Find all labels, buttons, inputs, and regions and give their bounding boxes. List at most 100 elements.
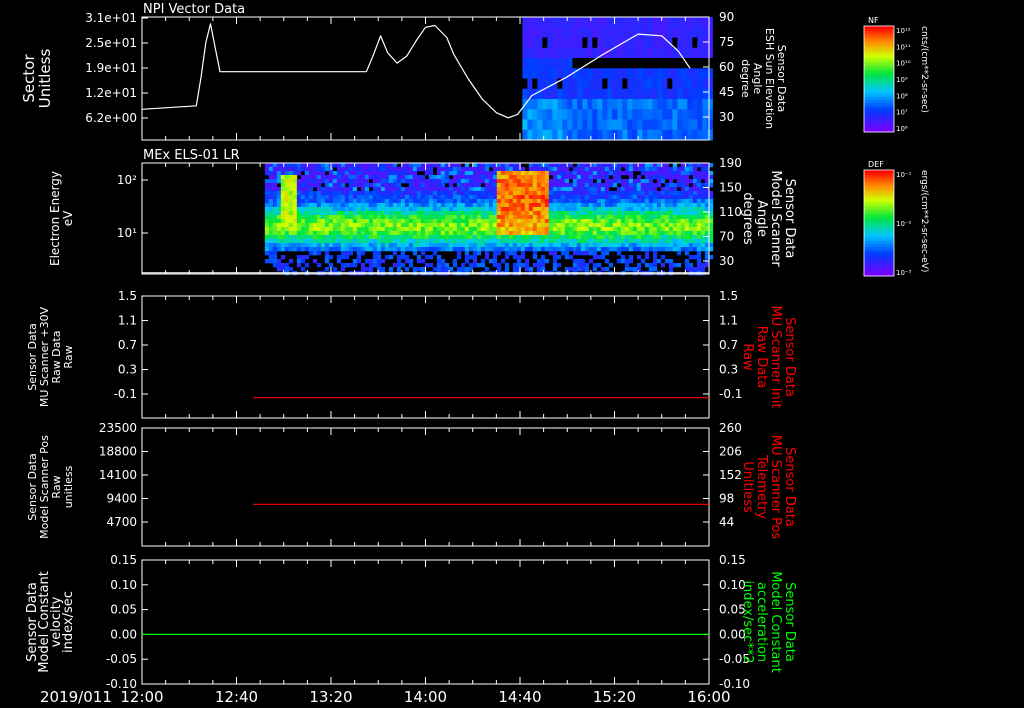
spectrogram-cell <box>420 251 426 256</box>
spectrogram-cell <box>400 239 406 244</box>
spectrogram-cell <box>564 243 570 248</box>
spectrogram-cell <box>537 129 543 141</box>
spectrogram-cell <box>408 195 414 200</box>
spectrogram-cell <box>408 247 414 252</box>
spectrogram-cell <box>336 259 342 264</box>
spectrogram-cell <box>672 231 678 236</box>
spectrogram-cell <box>532 195 538 200</box>
spectrogram-cell <box>642 99 648 110</box>
spectrogram-cell <box>540 207 546 212</box>
spectrogram-cell <box>522 78 528 90</box>
spectrogram-cell <box>557 47 563 59</box>
spectrogram-cell <box>500 171 506 176</box>
spectrogram-cell <box>476 199 482 204</box>
spectrogram-cell <box>376 179 382 184</box>
spectrogram-cell <box>667 99 673 110</box>
spectrogram-cell <box>484 179 490 184</box>
spectrogram-cell <box>468 243 474 248</box>
spectrogram-cell <box>564 199 570 204</box>
spectrogram-cell <box>604 167 610 172</box>
spectrogram-cell <box>308 179 314 184</box>
spectrogram-cell <box>480 207 486 212</box>
spectrogram-cell <box>480 191 486 196</box>
spectrogram-cell <box>700 191 706 196</box>
spectrogram-cell <box>384 231 390 236</box>
spectrogram-cell <box>528 247 534 252</box>
spectrogram-cell <box>667 109 673 120</box>
spectrogram-cell <box>468 179 474 184</box>
spectrogram-cell <box>628 239 634 244</box>
spectrogram-cell <box>532 191 538 196</box>
spectrogram-cell <box>682 27 688 38</box>
spectrogram-cell <box>448 171 454 176</box>
spectrogram-cell <box>264 243 270 248</box>
spectrogram-cell <box>516 199 522 204</box>
spectrogram-cell <box>384 171 390 176</box>
spectrogram-cell <box>632 231 638 236</box>
spectrogram-cell <box>664 211 670 216</box>
spectrogram-cell <box>428 255 434 260</box>
spectrogram-cell <box>412 251 418 256</box>
spectrogram-cell <box>576 243 582 248</box>
spectrogram-cell <box>624 259 630 264</box>
spectrogram-cell <box>627 119 633 131</box>
spectrogram-cell <box>436 191 442 196</box>
spectrogram-cell <box>300 179 306 184</box>
spectrogram-cell <box>628 179 634 184</box>
spectrogram-cell <box>312 239 318 244</box>
spectrogram-cell <box>448 199 454 204</box>
spectrogram-cell <box>540 267 546 272</box>
spectrogram-cell <box>508 175 514 180</box>
y-tick-label-left: 18800 <box>99 445 137 459</box>
spectrogram-cell <box>696 207 702 212</box>
spectrogram-cell <box>504 167 510 172</box>
spectrogram-cell <box>692 68 698 79</box>
spectrogram-cell <box>684 263 690 268</box>
spectrogram-cell <box>648 167 654 172</box>
spectrogram-cell <box>264 199 270 204</box>
spectrogram-cell <box>388 223 394 228</box>
spectrogram-cell <box>524 179 530 184</box>
spectrogram-cell <box>692 119 698 131</box>
spectrogram-cell <box>280 211 286 216</box>
spectrogram-cell <box>587 129 593 141</box>
spectrogram-cell <box>284 207 290 212</box>
spectrogram-cell <box>472 243 478 248</box>
spectrogram-cell <box>464 235 470 240</box>
spectrogram-cell <box>700 175 706 180</box>
spectrogram-cell <box>664 247 670 252</box>
spectrogram-cell <box>612 47 618 59</box>
spectrogram-cell <box>376 195 382 200</box>
spectrogram-cell <box>607 78 613 90</box>
spectrogram-cell <box>392 231 398 236</box>
spectrogram-cell <box>696 251 702 256</box>
spectrogram-cell <box>404 231 410 236</box>
spectrogram-cell <box>572 179 578 184</box>
spectrogram-cell <box>628 267 634 272</box>
y-tick-label-left: 1.2e+01 <box>85 86 137 100</box>
spectrogram-cell <box>676 235 682 240</box>
spectrogram-cell <box>360 263 366 268</box>
spectrogram-cell <box>696 215 702 220</box>
spectrogram-cell <box>400 219 406 224</box>
spectrogram-cell <box>496 247 502 252</box>
spectrogram-cell <box>356 215 362 220</box>
spectrogram-cell <box>547 17 553 28</box>
spectrogram-cell <box>348 191 354 196</box>
spectrogram-cell <box>284 183 290 188</box>
colorbar-tick-label: 10⁶ <box>896 125 908 133</box>
spectrogram-cell <box>576 259 582 264</box>
spectrogram-cell <box>628 247 634 252</box>
spectrogram-cell <box>304 207 310 212</box>
spectrogram-cell <box>640 247 646 252</box>
spectrogram-cell <box>640 219 646 224</box>
spectrogram-cell <box>400 203 406 208</box>
spectrogram-cell <box>692 47 698 59</box>
spectrogram-cell <box>480 211 486 216</box>
spectrogram-cell <box>284 247 290 252</box>
spectrogram-cell <box>612 235 618 240</box>
spectrogram-cell <box>344 243 350 248</box>
spectrogram-cell <box>672 263 678 268</box>
spectrogram-cell <box>380 167 386 172</box>
spectrogram-cell <box>320 175 326 180</box>
